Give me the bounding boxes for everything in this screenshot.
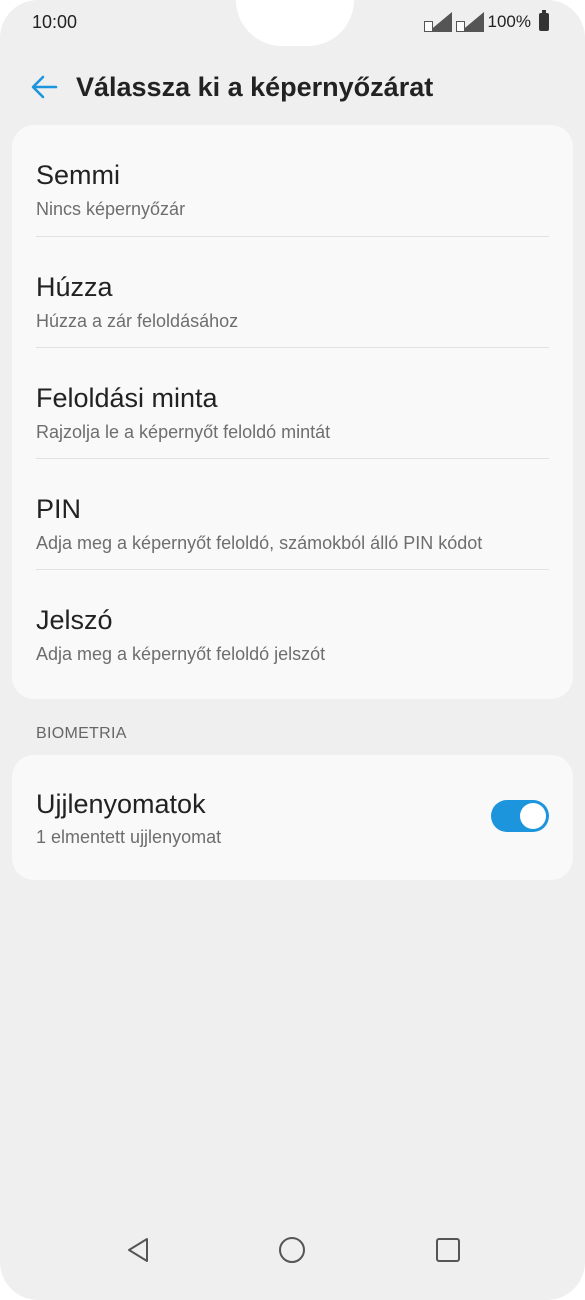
option-title: PIN: [36, 494, 82, 524]
fingerprints-subtitle: 1 elmentett ujjlenyomat: [36, 827, 222, 847]
phone-screen: 10:00 100% Válassza ki a képernyőzárat S…: [0, 0, 585, 1300]
option-subtitle: Adja meg a képernyőt feloldó, számokból …: [36, 533, 483, 553]
option-title: Jelszó: [36, 605, 113, 635]
nav-home-button[interactable]: [262, 1220, 322, 1280]
section-header-biometrics: BIOMETRIA: [36, 725, 127, 742]
circle-home-icon: [279, 1237, 305, 1263]
lock-option-password[interactable]: Jelszó Adja meg a képernyőt feloldó jels…: [36, 569, 549, 680]
nav-recents-button[interactable]: [418, 1220, 478, 1280]
back-button[interactable]: [22, 65, 66, 109]
option-subtitle: Adja meg a képernyőt feloldó jelszót: [36, 644, 326, 664]
sim1-signal-icon: [423, 12, 452, 32]
sim2-signal-icon: [455, 12, 484, 32]
option-subtitle: Nincs képernyőzár: [36, 199, 186, 219]
status-bar: 10:00 100%: [0, 0, 585, 46]
page-title: Válassza ki a képernyőzárat: [76, 71, 434, 102]
lock-options-card: Semmi Nincs képernyőzár Húzza Húzza a zá…: [12, 125, 573, 699]
status-icons: 100%: [423, 10, 549, 32]
option-title: Húzza: [36, 272, 113, 302]
biometrics-card: Ujjlenyomatok 1 elmentett ujjlenyomat: [12, 755, 573, 880]
arrow-left-icon: [31, 75, 58, 99]
option-title: Semmi: [36, 160, 121, 190]
lock-option-none[interactable]: Semmi Nincs képernyőzár: [36, 125, 549, 236]
toggle-knob: [520, 803, 546, 829]
battery-icon: [539, 10, 549, 31]
fingerprints-toggle[interactable]: [491, 800, 549, 832]
lock-option-swipe[interactable]: Húzza Húzza a zár feloldásához: [36, 236, 549, 347]
lock-option-pattern[interactable]: Feloldási minta Rajzolja le a képernyőt …: [36, 347, 549, 458]
square-recents-icon: [436, 1238, 460, 1262]
fingerprints-item[interactable]: Ujjlenyomatok 1 elmentett ujjlenyomat: [36, 755, 549, 880]
battery-percent: 100%: [487, 12, 531, 31]
navigation-bar: [0, 1220, 585, 1300]
option-title: Feloldási minta: [36, 383, 218, 413]
app-bar: Válassza ki a képernyőzárat: [0, 60, 585, 114]
fingerprints-title: Ujjlenyomatok: [36, 789, 206, 819]
lock-option-pin[interactable]: PIN Adja meg a képernyőt feloldó, számok…: [36, 458, 549, 569]
triangle-back-icon: [128, 1238, 148, 1262]
nav-back-button[interactable]: [108, 1220, 168, 1280]
option-subtitle: Húzza a zár feloldásához: [36, 311, 239, 331]
option-subtitle: Rajzolja le a képernyőt feloldó mintát: [36, 422, 331, 442]
status-time: 10:00: [32, 12, 78, 32]
